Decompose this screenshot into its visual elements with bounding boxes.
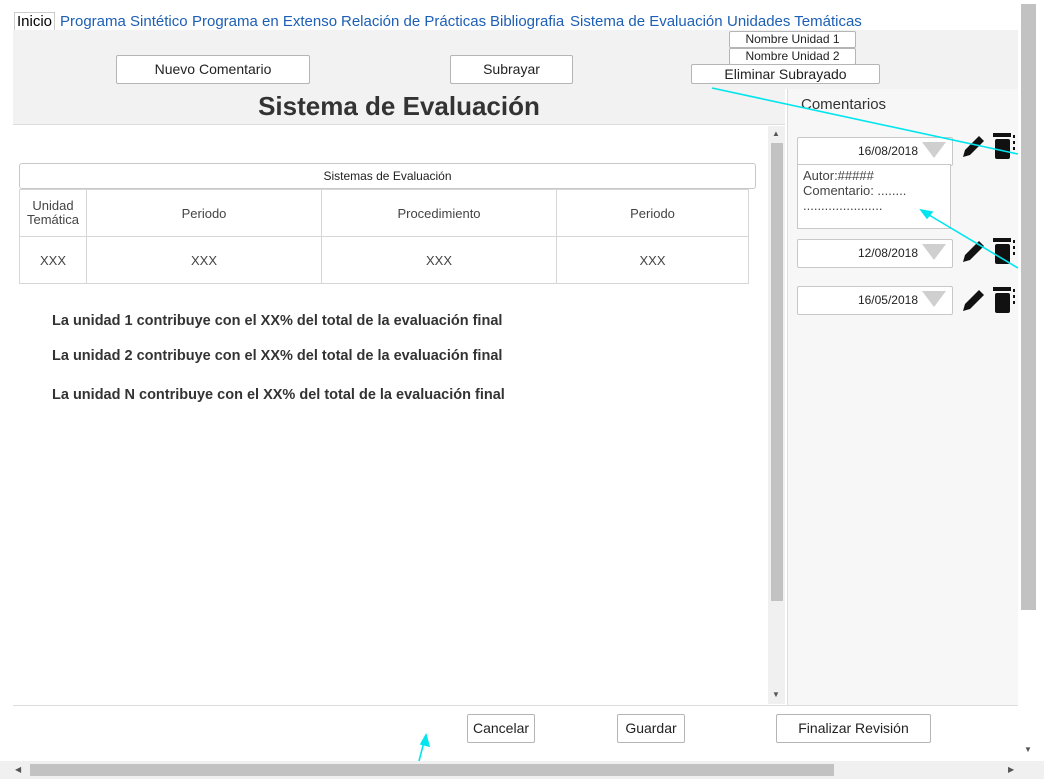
scroll-left-icon[interactable]: ◀ — [15, 765, 21, 774]
cell-periodo-2: XXX — [556, 236, 749, 284]
top-nav: Inicio Programa Sintético Programa en Ex… — [13, 12, 1018, 34]
comment-text: Comentario: ........ — [803, 183, 907, 198]
comment-date-1[interactable]: 16/08/2018 — [797, 137, 953, 166]
table-title: Sistemas de Evaluación — [19, 163, 756, 189]
header-unidad-tematica: Unidad Temática — [19, 189, 87, 237]
horizontal-scrollbar-thumb[interactable] — [30, 764, 834, 776]
nav-item-relacion-practicas[interactable]: Relación de Prácticas — [341, 12, 486, 32]
chevron-down-icon[interactable] — [922, 244, 946, 260]
save-button[interactable]: Guardar — [617, 714, 685, 743]
main-title-bar: Sistema de Evaluación — [13, 89, 785, 125]
new-comment-button[interactable]: Nuevo Comentario — [116, 55, 310, 84]
scroll-up-icon[interactable]: ▲ — [772, 129, 780, 138]
trash-icon[interactable] — [993, 238, 1015, 264]
unit-contribution-n: La unidad N contribuye con el XX% del to… — [52, 387, 505, 403]
cancel-button[interactable]: Cancelar — [467, 714, 535, 743]
underline-button[interactable]: Subrayar — [450, 55, 573, 84]
unit1-option[interactable]: Nombre Unidad 1 — [729, 31, 856, 48]
unit-contribution-1: La unidad 1 contribuye con el XX% del to… — [52, 313, 503, 329]
remove-underline-button[interactable]: Eliminar Subrayado — [691, 64, 880, 84]
scroll-right-icon[interactable]: ▶ — [1008, 765, 1014, 774]
comment-author: Autor:##### — [803, 168, 874, 183]
page-scrollbar-thumb[interactable] — [1021, 4, 1036, 610]
trash-icon[interactable] — [993, 287, 1015, 313]
pencil-icon[interactable] — [963, 241, 984, 262]
finish-review-button[interactable]: Finalizar Revisión — [776, 714, 931, 743]
pencil-icon[interactable] — [963, 136, 984, 157]
comment-more: ...................... — [803, 198, 883, 213]
chevron-down-icon[interactable] — [922, 291, 946, 307]
header-procedimiento: Procedimiento — [321, 189, 557, 237]
unit-contribution-2: La unidad 2 contribuye con el XX% del to… — [52, 348, 503, 364]
comment-date-3[interactable]: 16/05/2018 — [797, 286, 953, 315]
chevron-down-icon[interactable] — [922, 142, 946, 158]
nav-item-unidades-tematicas[interactable]: Unidades Temáticas — [727, 12, 862, 32]
page-title: Sistema de Evaluación — [258, 91, 540, 121]
header-periodo-2: Periodo — [556, 189, 749, 237]
scroll-down-icon[interactable]: ▼ — [772, 690, 780, 699]
unit2-option[interactable]: Nombre Unidad 2 — [729, 48, 856, 65]
comment-2-actions — [963, 238, 1015, 264]
comment-date-3-text: 16/05/2018 — [857, 293, 918, 307]
table-row: XXX XXX XXX XXX — [19, 236, 749, 284]
cell-periodo: XXX — [86, 236, 322, 284]
table-header-row: Unidad Temática Periodo Procedimiento Pe… — [19, 189, 749, 237]
comment-date-2-text: 12/08/2018 — [857, 246, 918, 260]
pencil-icon[interactable] — [963, 290, 984, 311]
comment-1-actions — [963, 133, 1015, 159]
main-scrollbar-thumb[interactable] — [771, 143, 783, 601]
comment-3-actions — [963, 287, 1015, 313]
nav-item-programa-extenso[interactable]: Programa en Extenso — [192, 12, 337, 32]
comment-date-1-text: 16/08/2018 — [857, 144, 918, 158]
comments-header: Comentarios — [801, 96, 887, 113]
evaluation-table: Unidad Temática Periodo Procedimiento Pe… — [19, 189, 749, 284]
header-periodo: Periodo — [86, 189, 322, 237]
cell-procedimiento: XXX — [321, 236, 557, 284]
page-scroll-down-icon[interactable]: ▼ — [1024, 745, 1032, 754]
comment-body-1: Autor:##### Comentario: ........ .......… — [797, 164, 951, 229]
comment-date-2[interactable]: 12/08/2018 — [797, 239, 953, 268]
nav-item-sistema-evaluacion[interactable]: Sistema de Evaluación — [570, 12, 723, 32]
nav-item-programa-sintetico[interactable]: Programa Sintético — [60, 12, 188, 32]
trash-icon[interactable] — [993, 133, 1015, 159]
cell-unidad: XXX — [19, 236, 87, 284]
nav-item-bibliografia[interactable]: Bibliografia — [490, 12, 564, 32]
